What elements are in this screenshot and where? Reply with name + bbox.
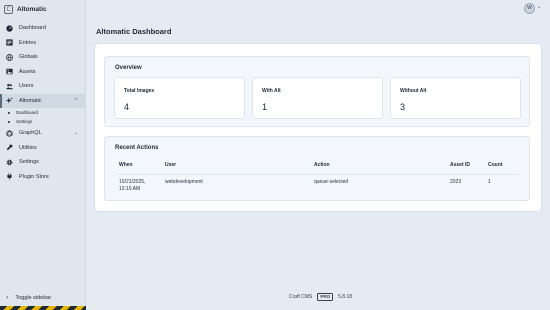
stat-value: 1 <box>262 102 268 112</box>
entries-icon <box>6 39 13 46</box>
nav-item-graphql[interactable]: GraphQL ⌄ <box>0 126 85 141</box>
overview-section: Overview Total Images 4 With Alt 1 Witho… <box>104 56 530 127</box>
chevron-up-icon[interactable]: ^ <box>74 98 78 104</box>
stat-card-without-alt: Without Alt 3 <box>390 77 521 119</box>
footer: Craft CMS PRO 5.8.18 <box>289 293 352 301</box>
overview-title: Overview <box>115 65 142 71</box>
cell-when-time: 12:10 AM <box>119 186 141 192</box>
stat-value: 4 <box>124 102 130 112</box>
stat-label: Total Images <box>124 88 155 94</box>
stat-card-with-alt: With Alt 1 <box>252 77 383 119</box>
cell-asset-id: 2023 <box>450 179 462 185</box>
nav-item-entries[interactable]: Entries <box>0 36 85 51</box>
toggle-sidebar-button[interactable]: ‹ Toggle sidebar <box>6 294 51 301</box>
nav-item-altomatic[interactable]: Altomatic ^ <box>0 93 85 108</box>
stat-card-total-images: Total Images 4 <box>114 77 245 119</box>
chevron-left-icon: ‹ <box>6 294 9 301</box>
site-switcher[interactable]: C Altomatic <box>0 0 85 18</box>
nav-label: Settings <box>19 159 39 166</box>
nav-label: Globals <box>19 54 38 61</box>
wrench-icon <box>6 144 13 151</box>
footer-version: 5.8.18 <box>338 294 353 300</box>
stat-label: Without Alt <box>400 88 427 94</box>
chevron-down-icon[interactable]: ⌄ <box>74 130 78 136</box>
recent-actions-section: Recent Actions When User Action Asset ID… <box>104 136 530 201</box>
dashboard-icon <box>6 25 13 32</box>
main-nav: Dashboard Entries Globals Assets Users A… <box>0 21 85 184</box>
column-header-action: Action <box>314 162 330 168</box>
users-icon <box>6 83 13 90</box>
toggle-sidebar-label: Toggle sidebar <box>15 294 52 301</box>
nav-item-globals[interactable]: Globals <box>0 50 85 65</box>
site-badge: C <box>4 4 13 14</box>
subnav-label: Settings <box>16 119 33 124</box>
gear-icon <box>6 159 13 166</box>
nav-item-users[interactable]: Users <box>0 79 85 94</box>
nav-label: Assets <box>19 68 36 75</box>
edition-badge: PRO <box>317 293 334 301</box>
subnav-item-dashboard[interactable]: Dashboard <box>0 108 85 117</box>
cell-user: webdevelopment <box>165 179 203 185</box>
nav-item-dashboard[interactable]: Dashboard <box>0 21 85 36</box>
user-avatar[interactable]: W <box>524 3 535 14</box>
column-header-count: Count <box>488 162 503 168</box>
bullet-icon <box>8 120 10 123</box>
plug-icon <box>6 173 13 180</box>
nav-label: Entries <box>19 39 37 46</box>
column-header-asset-id: Asset ID <box>450 162 471 168</box>
site-name: Altomatic <box>17 5 47 13</box>
stat-value: 3 <box>400 102 406 112</box>
chevron-down-icon[interactable]: ⌄ <box>537 4 541 10</box>
content-card: Overview Total Images 4 With Alt 1 Witho… <box>95 44 541 211</box>
page-title: Altomatic Dashboard <box>96 27 172 36</box>
cell-when-date: 10/21/2025, <box>119 179 146 185</box>
cell-count: 1 <box>488 179 491 185</box>
subnav-item-settings[interactable]: Settings <box>0 117 85 126</box>
nav-item-settings[interactable]: Settings <box>0 155 85 170</box>
image-icon <box>6 68 13 75</box>
nav-item-plugin-store[interactable]: Plugin Store <box>0 170 85 185</box>
nav-item-utilities[interactable]: Utilities <box>0 141 85 156</box>
sparkle-icon <box>6 97 13 104</box>
nav-item-assets[interactable]: Assets <box>0 65 85 80</box>
column-header-when: When <box>119 162 133 168</box>
recent-actions-title: Recent Actions <box>115 145 159 151</box>
stat-label: With Alt <box>262 88 281 94</box>
dev-mode-stripe <box>0 306 86 310</box>
cell-when: 10/21/2025, 12:10 AM <box>119 179 145 193</box>
nav-label: GraphQL <box>19 130 42 137</box>
nav-label: Plugin Store <box>19 173 49 180</box>
graphql-icon <box>6 129 13 137</box>
nav-label: Users <box>19 83 34 90</box>
globe-icon <box>6 53 13 61</box>
footer-cms-name: Craft CMS <box>289 294 313 300</box>
header-divider <box>115 174 519 175</box>
nav-label: Utilities <box>19 144 37 151</box>
nav-label: Altomatic <box>19 97 42 104</box>
bullet-icon <box>8 111 10 114</box>
cell-action: queue-selected <box>314 179 349 185</box>
column-header-user: User <box>165 162 177 168</box>
sidebar: C Altomatic Dashboard Entries Globals As… <box>0 0 86 310</box>
nav-label: Dashboard <box>19 25 46 32</box>
subnav-label: Dashboard <box>16 110 39 115</box>
